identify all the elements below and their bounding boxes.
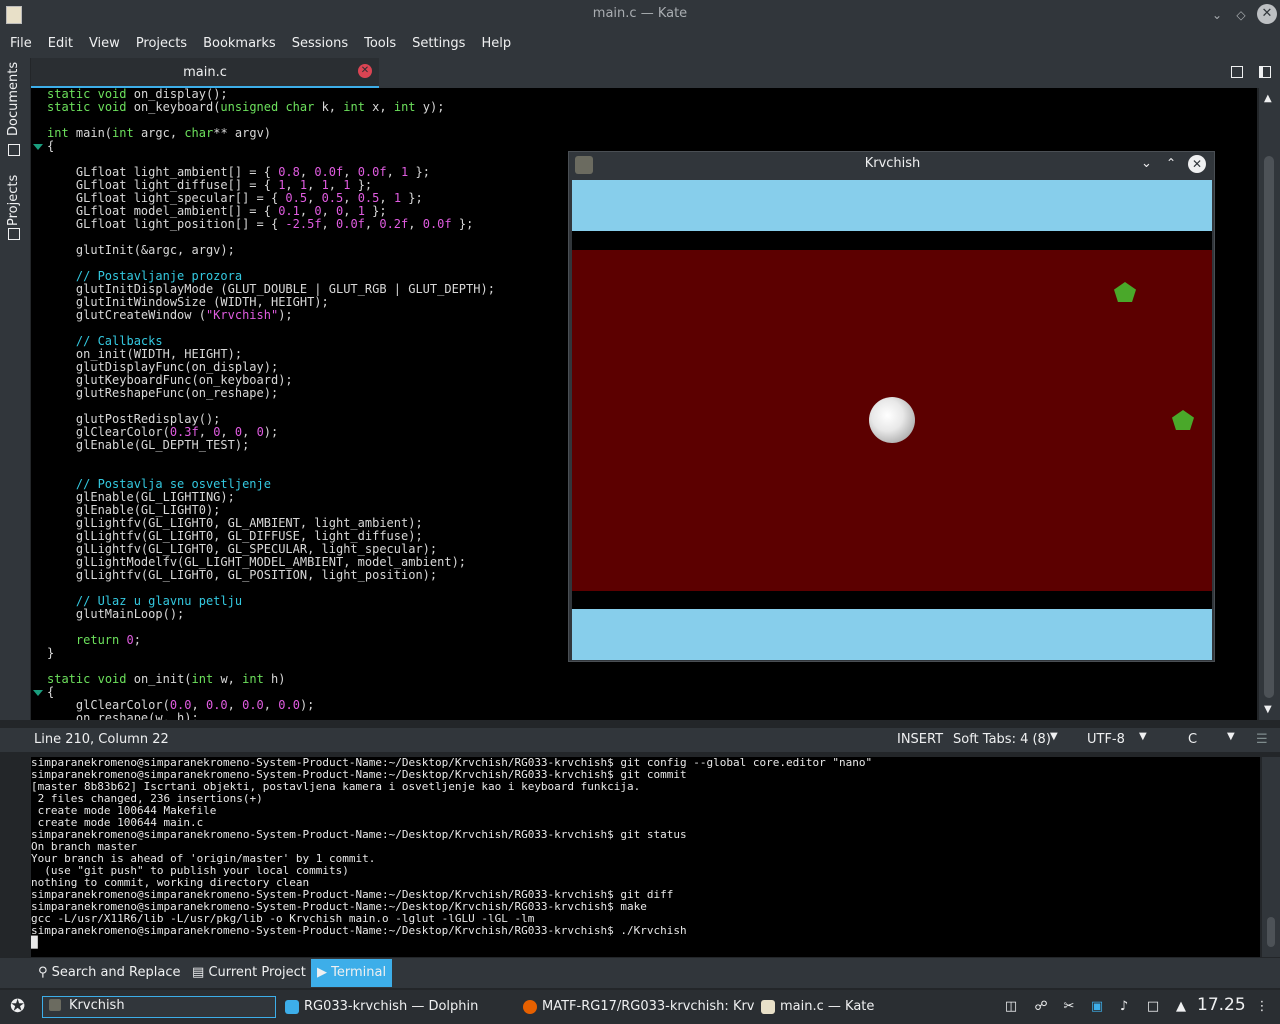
menu-row: File Edit View Projects Bookmarks Sessions Too…	[2, 30, 519, 58]
task-kate[interactable]: main.c — Kate	[756, 996, 1010, 1018]
chevron-down-icon[interactable]: ▼	[1227, 731, 1235, 742]
window-titlebar[interactable]: main.c — Kate ⌄ ◇ ✕	[0, 0, 1280, 30]
menu-settings[interactable]: Settings	[404, 30, 473, 58]
app-icon	[49, 999, 61, 1011]
task-firefox[interactable]: MATF-RG17/RG033-krvchish: Krv	[518, 996, 772, 1018]
game-canvas[interactable]	[572, 180, 1212, 660]
tab-label: main.c	[183, 65, 227, 80]
menu-icon[interactable]: ⋮	[1254, 999, 1270, 1015]
input-mode[interactable]: INSERT	[897, 732, 943, 747]
tab-terminal[interactable]: ▶ Terminal	[311, 959, 393, 987]
code-text[interactable]: static void on_display(); static void on…	[47, 88, 495, 720]
tab-search-replace[interactable]: ⚲ Search and Replace	[32, 959, 186, 987]
menubar: File Edit View Projects Bookmarks Sessions Too…	[0, 30, 1280, 58]
syntax-mode[interactable]: C	[1188, 732, 1197, 747]
close-window-button[interactable]: ✕	[1188, 155, 1206, 173]
menu-view[interactable]: View	[81, 30, 128, 58]
scissors-icon[interactable]: ✂	[1061, 999, 1077, 1015]
side-tab-projects[interactable]: Projects	[6, 168, 24, 226]
task-search-value: Krvchish	[69, 998, 125, 1013]
player-ball	[869, 397, 915, 443]
scroll-up-icon[interactable]: ▲	[1264, 93, 1272, 104]
krvchish-window[interactable]: Krvchish ⌄ ⌃ ✕	[568, 151, 1215, 662]
firefox-icon	[523, 1000, 537, 1014]
side-panel: Documents Projects	[0, 58, 30, 720]
volume-icon[interactable]: ♪	[1116, 999, 1132, 1015]
fold-marker-icon[interactable]	[33, 144, 43, 150]
terminal-panel[interactable]: simparanekromeno@simparanekromeno-System…	[31, 757, 1260, 957]
taskbar: ✪ Krvchish RG033-krvchish — Dolphin MATF…	[0, 990, 1280, 1024]
clock[interactable]: 17.25	[1197, 995, 1246, 1015]
projects-icon[interactable]	[8, 228, 20, 240]
menu-sessions[interactable]: Sessions	[284, 30, 356, 58]
editor-scrollbar[interactable]: ▲ ▼	[1259, 88, 1280, 720]
project-icon: ▤	[192, 965, 205, 980]
terminal-icon: ▶	[317, 965, 327, 980]
terminal-output[interactable]: simparanekromeno@simparanekromeno-System…	[31, 757, 872, 949]
maximize-icon[interactable]: ◇	[1232, 6, 1250, 24]
documents-icon[interactable]	[8, 144, 20, 156]
statusbar: Line 210, Column 22 INSERT Soft Tabs: 4 …	[0, 728, 1280, 752]
task-label: MATF-RG17/RG033-krvchish: Krv	[542, 999, 755, 1014]
menu-bookmarks[interactable]: Bookmarks	[195, 30, 284, 58]
tool-tabs: ⚲ Search and Replace ▤ Current Project ▶…	[0, 958, 1280, 988]
window-title: main.c — Kate	[592, 6, 688, 21]
document-icon	[761, 1000, 775, 1014]
maximize-icon[interactable]: ⌃	[1166, 156, 1176, 170]
task-search-field[interactable]: Krvchish	[42, 996, 276, 1018]
close-tab-icon[interactable]: ✕	[358, 64, 372, 78]
split-view-icon[interactable]	[1259, 66, 1271, 78]
krvchish-window-title: Krvchish	[864, 156, 921, 171]
minimize-icon[interactable]: ⌄	[1141, 156, 1152, 171]
cursor-position[interactable]: Line 210, Column 22	[34, 732, 169, 747]
encoding-setting[interactable]: UTF-8	[1087, 732, 1125, 747]
terminal-scroll-thumb[interactable]	[1267, 917, 1275, 947]
network-icon[interactable]: ☍	[1033, 999, 1049, 1015]
device-icon[interactable]: □	[1145, 999, 1161, 1015]
minimize-icon[interactable]: ⌄	[1208, 6, 1226, 24]
menu-file[interactable]: File	[2, 30, 40, 58]
task-dolphin[interactable]: RG033-krvchish — Dolphin	[280, 996, 534, 1018]
scroll-down-icon[interactable]: ▼	[1264, 704, 1272, 715]
sky-top	[572, 180, 1212, 231]
clipboard-icon[interactable]: ◫	[1003, 999, 1019, 1015]
menu-help[interactable]: Help	[473, 30, 519, 58]
tab-terminal-label: Terminal	[331, 965, 387, 980]
menu-icon[interactable]: ☰	[1256, 732, 1268, 747]
chevron-down-icon[interactable]: ▼	[1050, 731, 1058, 742]
new-document-icon[interactable]	[1231, 66, 1243, 78]
folder-icon	[285, 1000, 299, 1014]
application-launcher-icon[interactable]: ✪	[10, 996, 25, 1017]
menu-edit[interactable]: Edit	[40, 30, 81, 58]
editor-scroll-thumb[interactable]	[1264, 156, 1274, 698]
menu-projects[interactable]: Projects	[128, 30, 195, 58]
search-icon: ⚲	[38, 965, 48, 980]
close-window-button[interactable]: ✕	[1257, 4, 1277, 24]
side-tab-documents[interactable]: Documents	[6, 62, 24, 136]
tab-main-c[interactable]: main.c ✕	[31, 58, 379, 88]
arrow-up-icon[interactable]: ▲	[1173, 999, 1189, 1015]
indentation-setting[interactable]: Soft Tabs: 4 (8)	[953, 732, 1051, 747]
tab-search-label: Search and Replace	[51, 965, 181, 980]
tab-current-project[interactable]: ▤ Current Project	[186, 959, 312, 987]
task-label: main.c — Kate	[780, 999, 875, 1014]
sky-bottom	[572, 609, 1212, 660]
document-tabbar: main.c ✕	[31, 58, 1280, 88]
terminal-scrollbar[interactable]	[1262, 757, 1280, 957]
menu-tools[interactable]: Tools	[356, 30, 404, 58]
chevron-down-icon[interactable]: ▼	[1139, 731, 1147, 742]
tab-project-label: Current Project	[208, 965, 306, 980]
updates-icon[interactable]: ▣	[1089, 999, 1105, 1015]
fold-marker-icon[interactable]	[33, 690, 43, 696]
task-label: RG033-krvchish — Dolphin	[304, 999, 479, 1014]
